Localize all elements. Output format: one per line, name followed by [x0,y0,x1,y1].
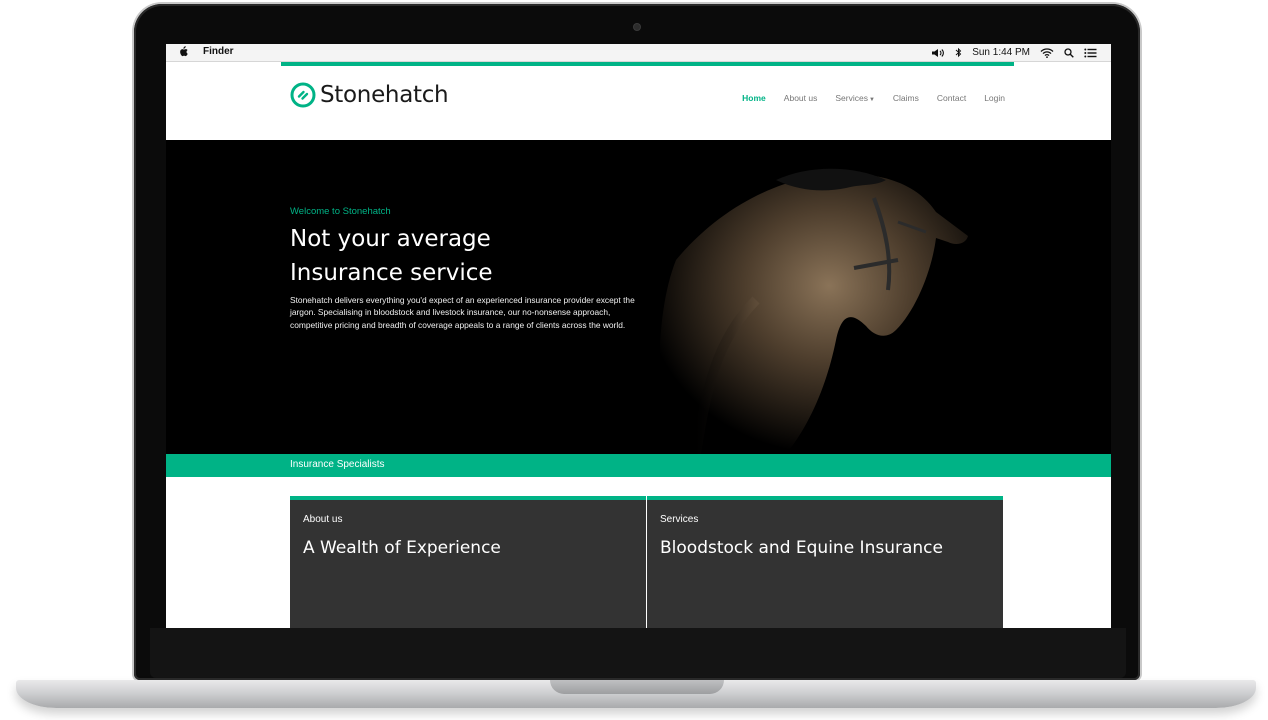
bluetooth-icon[interactable] [955,47,962,58]
nav-services-label: Services [835,93,868,103]
nav-contact[interactable]: Contact [937,93,966,103]
main-nav: Home About us Services▼ Claims Contact L… [742,93,1005,103]
card-about-us[interactable]: About us A Wealth of Experience [290,496,646,628]
site-logo[interactable]: Stonehatch [290,82,449,108]
finder-menu[interactable]: Finder [203,46,234,57]
apple-icon[interactable] [178,46,189,57]
status-area: Sun 1:44 PM [931,45,1097,60]
specialists-bar: Insurance Specialists [166,454,1111,477]
nav-login[interactable]: Login [984,93,1005,103]
stonehatch-logo-icon [290,82,316,108]
card-title: Bloodstock and Equine Insurance [660,538,943,558]
list-icon[interactable] [1084,48,1097,58]
screen: Finder Sun 1:44 PM Stonehatch Home About… [166,44,1111,628]
laptop-bezel [150,628,1126,678]
camera-icon [634,24,640,30]
specialists-label: Insurance Specialists [290,459,385,470]
nav-claims[interactable]: Claims [893,93,919,103]
menubar: Finder Sun 1:44 PM [166,44,1111,62]
card-title: A Wealth of Experience [303,538,501,558]
laptop-notch [550,680,724,694]
nav-services[interactable]: Services▼ [835,93,875,103]
hero-headline-line2: Insurance service [290,260,493,286]
feature-cards: About us A Wealth of Experience Services… [290,496,1004,628]
wifi-icon[interactable] [1040,47,1054,58]
volume-icon[interactable] [931,48,945,58]
nav-about-us[interactable]: About us [784,93,818,103]
hero-headline-line1: Not your average [290,226,491,252]
card-services[interactable]: Services Bloodstock and Equine Insurance [647,496,1003,628]
search-icon[interactable] [1064,47,1074,58]
menubar-clock[interactable]: Sun 1:44 PM [972,47,1030,58]
nav-home[interactable]: Home [742,93,766,103]
card-kicker: About us [303,514,343,525]
hero-welcome: Welcome to Stonehatch [290,206,391,217]
card-kicker: Services [660,514,699,525]
hero-section: Welcome to Stonehatch Not your average I… [166,140,1111,454]
hero-intro: Stonehatch delivers everything you'd exp… [290,295,635,330]
caret-down-icon: ▼ [868,97,875,103]
horse-hero-image [659,168,968,454]
hero-headline: Not your average Insurance service [290,222,493,290]
brand-name: Stonehatch [320,82,449,108]
